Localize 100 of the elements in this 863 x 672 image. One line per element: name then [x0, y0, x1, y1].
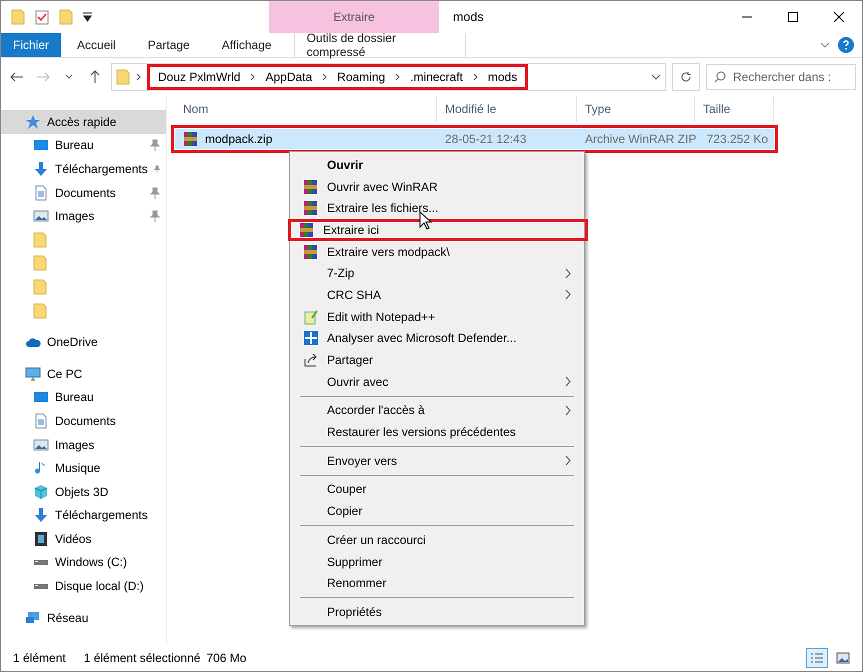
chevron-right-icon: [565, 289, 571, 300]
nav-item[interactable]: Téléchargements: [1, 504, 166, 528]
thumbnail-view-icon: [836, 652, 850, 664]
star-icon: [25, 114, 41, 130]
chevron-right-icon: [565, 268, 571, 279]
chevron-right-icon: [250, 73, 256, 81]
chevron-right-icon: [472, 73, 478, 81]
books-stack-icon: [299, 222, 315, 238]
monitor-icon: [33, 391, 49, 404]
drive-icon: [33, 582, 49, 590]
menu-item[interactable]: Analyser avec Microsoft Defender...: [292, 328, 582, 350]
menu-item[interactable]: 7-Zip: [292, 262, 582, 284]
books-stack-icon: [303, 178, 319, 195]
breadcrumb[interactable]: AppData: [263, 70, 314, 84]
column-header[interactable]: Taille: [695, 96, 774, 122]
close-icon[interactable]: [834, 12, 844, 22]
nav-item[interactable]: Musique: [1, 456, 166, 480]
view-button[interactable]: [806, 648, 828, 668]
nav-item[interactable]: Images: [1, 204, 166, 228]
nav-item[interactable]: Vidéos: [1, 527, 166, 551]
checklist-icon[interactable]: [35, 9, 49, 25]
minimize-icon[interactable]: [742, 16, 752, 18]
chevron-down-icon[interactable]: [651, 74, 661, 80]
folder-icon: [33, 232, 47, 248]
table-cell: modpack.zip: [175, 131, 437, 147]
breadcrumb[interactable]: .minecraft: [408, 70, 465, 84]
down-arrow-icon: [33, 160, 49, 177]
nav-item[interactable]: Bureau: [1, 134, 166, 158]
column-header[interactable]: Modifié le: [437, 96, 577, 122]
menu-item[interactable]: Créer un raccourci: [292, 529, 582, 551]
menu-item[interactable]: Propriétés: [292, 601, 582, 623]
search-field[interactable]: Rechercher dans :: [706, 64, 856, 90]
menu-item[interactable]: Envoyer vers: [292, 450, 582, 472]
monitor-icon: [33, 139, 49, 152]
nav-item[interactable]: Windows (C:): [1, 550, 166, 574]
nav-item[interactable]: Documents: [1, 409, 166, 433]
menu-item[interactable]: Ouvrir: [292, 154, 582, 176]
nav-item[interactable]: Documents: [1, 180, 166, 204]
menu-item[interactable]: Extraire ici: [288, 219, 588, 241]
status-text: 706 Mo: [206, 651, 246, 665]
chevron-down-icon[interactable]: [65, 74, 73, 80]
status-text: 1 élément sélectionné: [84, 651, 200, 665]
table-cell-text: 28-05-21 12:43: [444, 132, 528, 146]
menu-item[interactable]: Extraire vers modpack\: [292, 240, 582, 262]
nav-item[interactable]: OneDrive: [1, 330, 166, 354]
breadcrumb[interactable]: mods: [486, 70, 520, 84]
help-icon[interactable]: [838, 37, 854, 53]
nav-item[interactable]: Bureau: [1, 386, 166, 410]
refresh-button[interactable]: [672, 63, 700, 91]
refresh-icon: [680, 71, 692, 83]
menu-item[interactable]: Partager: [292, 349, 582, 371]
folder-icon: [33, 255, 47, 272]
chevron-right-icon: [136, 73, 141, 81]
menu-item[interactable]: Supprimer: [292, 550, 582, 572]
folder-icon: [11, 9, 25, 25]
folder-icon: [33, 278, 47, 295]
menu-item[interactable]: Accorder l'accès à: [292, 400, 582, 422]
network-icon: [25, 611, 41, 624]
menu-item[interactable]: Renommer: [292, 572, 582, 594]
cloud-icon: [25, 336, 41, 348]
nav-item[interactable]: Disque local (D:): [1, 574, 166, 598]
books-stack-icon: [183, 131, 199, 147]
nav-item[interactable]: Ce PC: [1, 362, 166, 386]
file-row[interactable]: modpack.zip 28-05-21 12:43 Archive WinRAR ZIP 723.252 Ko: [175, 129, 774, 149]
breadcrumb[interactable]: Douz PxlmWrld: [156, 70, 242, 84]
back-arrow-icon[interactable]: [10, 72, 24, 82]
mouse-pointer-icon: [419, 211, 433, 231]
maximize-icon[interactable]: [788, 12, 798, 22]
nav-item[interactable]: Accès rapide: [1, 110, 166, 134]
shield-icon: [303, 330, 319, 346]
menu-item[interactable]: Ouvrir avec: [292, 370, 582, 393]
menu-item[interactable]: Copier: [292, 500, 582, 522]
ribbon-tab[interactable]: Outils de dossier compressé: [294, 33, 466, 57]
ribbon-tab[interactable]: Affichage: [206, 33, 288, 57]
chevron-right-icon: [565, 455, 571, 466]
column-header[interactable]: Type: [577, 96, 695, 122]
nav-item[interactable]: Téléchargements: [1, 157, 166, 181]
menu-item[interactable]: Extraire les fichiers...: [292, 197, 582, 220]
nav-item[interactable]: Objets 3D: [1, 480, 166, 504]
dropdown-icon[interactable]: [83, 12, 92, 22]
ribbon-tab[interactable]: Fichier: [1, 33, 62, 57]
menu-item[interactable]: Edit with Notepad++: [292, 306, 582, 328]
menu-item[interactable]: Ouvrir avec WinRAR: [292, 176, 582, 198]
address-field[interactable]: Douz PxlmWrld AppData Roaming .minecraft mods: [111, 63, 666, 91]
menu-item[interactable]: Restaurer les versions précédentes: [292, 421, 582, 443]
column-header[interactable]: Nom: [175, 96, 437, 122]
menu-item[interactable]: Couper: [292, 478, 582, 500]
drive-icon: [33, 558, 49, 566]
breadcrumb[interactable]: Roaming: [335, 70, 388, 84]
chevron-down-icon[interactable]: [820, 42, 830, 48]
nav-item[interactable]: Images: [1, 432, 166, 456]
table-cell-text: 723.252 Ko: [706, 132, 769, 146]
books-stack-icon: [303, 200, 319, 216]
menu-item[interactable]: CRC SHA: [292, 284, 582, 306]
cube-icon: [33, 484, 49, 500]
ribbon-tab[interactable]: Partage: [132, 33, 206, 57]
nav-item[interactable]: Réseau: [1, 606, 166, 630]
status-text: 1 élément: [13, 651, 66, 665]
ribbon-tab[interactable]: Accueil: [61, 33, 132, 57]
up-arrow-icon[interactable]: [90, 70, 100, 84]
